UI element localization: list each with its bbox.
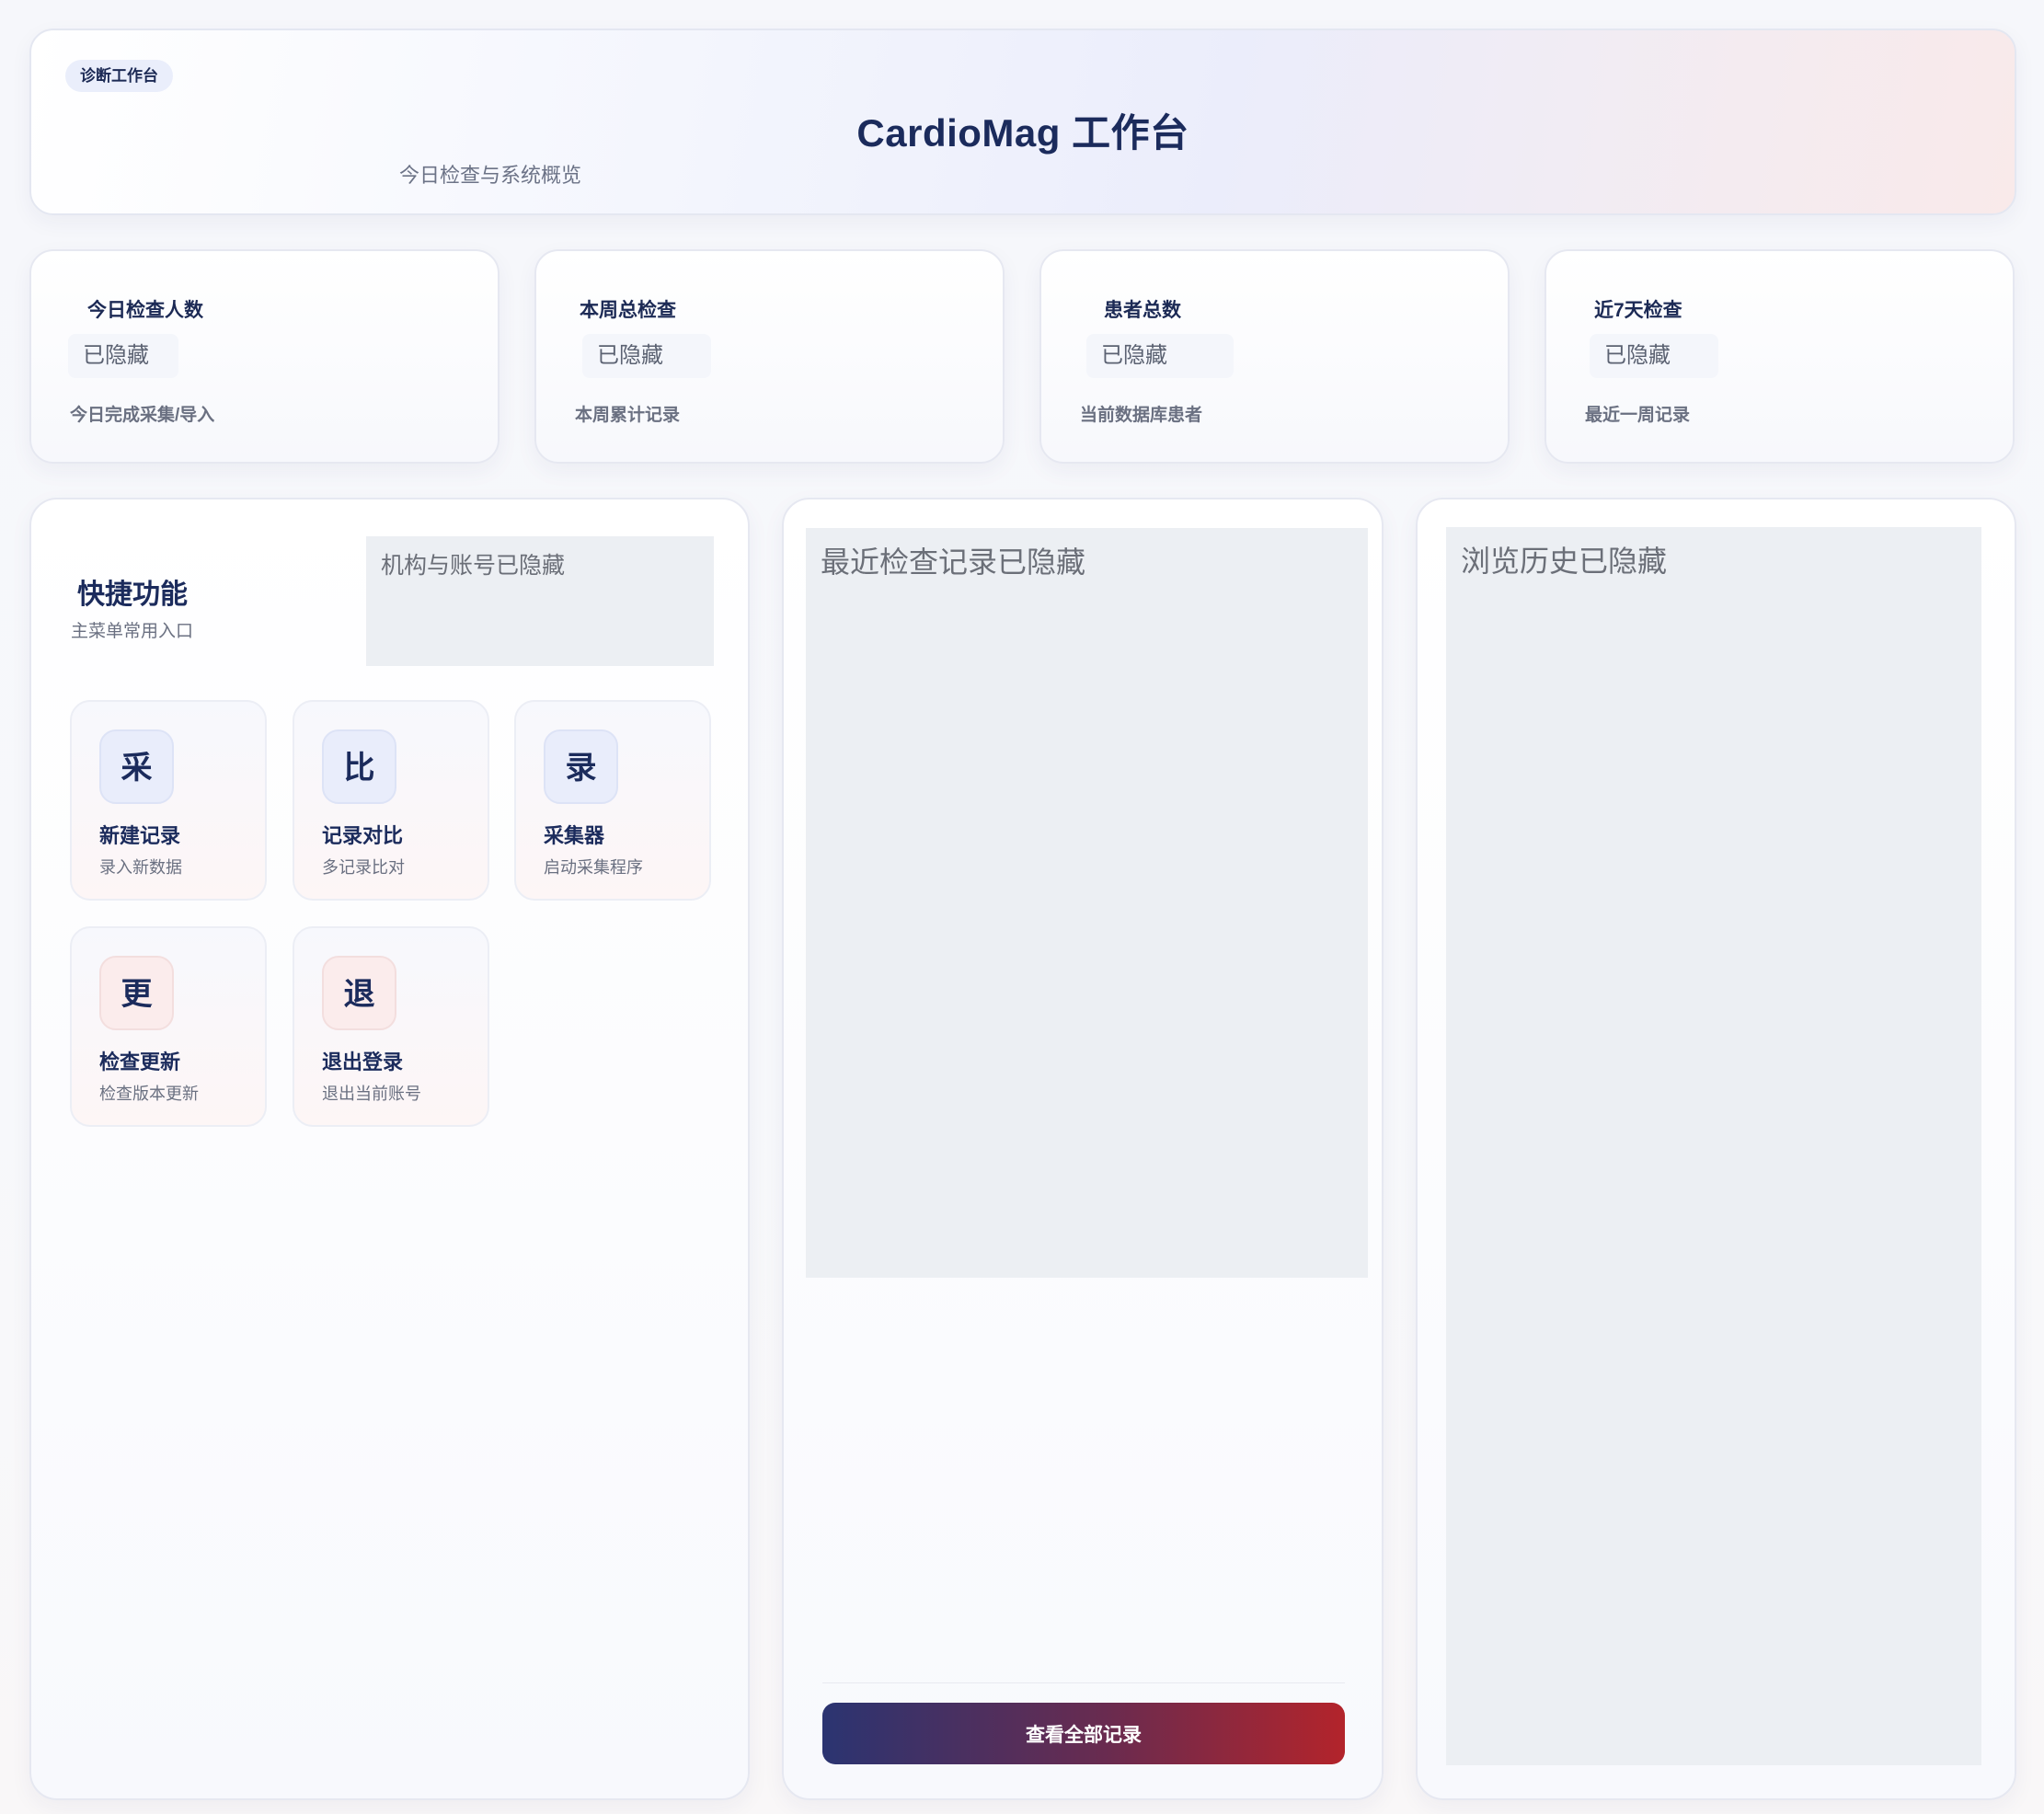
- stat-card-week: 本周总检查 已隐藏 本周累计记录: [534, 249, 1005, 464]
- stat-card-today: 今日检查人数 已隐藏 今日完成采集/导入: [29, 249, 500, 464]
- quick-functions-panel: 快捷功能 主菜单常用入口 机构与账号已隐藏 采 新建记录 录入新数据 比 记录对…: [29, 498, 750, 1800]
- stat-card-7days: 近7天检查 已隐藏 最近一周记录: [1544, 249, 2015, 464]
- stat-desc: 当前数据库患者: [1080, 406, 1203, 425]
- update-icon: 更: [99, 956, 174, 1030]
- tile-check-update[interactable]: 更 检查更新 检查版本更新: [70, 926, 267, 1127]
- stat-value: 已隐藏: [582, 334, 711, 378]
- page-subtitle: 今日检查与系统概览: [399, 164, 582, 187]
- compare-icon: 比: [322, 729, 396, 804]
- stat-desc: 本周累计记录: [575, 406, 681, 425]
- tile-logout[interactable]: 退 退出登录 退出当前账号: [293, 926, 489, 1127]
- tile-collector[interactable]: 录 采集器 启动采集程序: [514, 700, 711, 901]
- tile-desc: 启动采集程序: [544, 858, 643, 877]
- tile-title: 检查更新: [99, 1051, 181, 1073]
- org-account-hidden: 机构与账号已隐藏: [366, 536, 714, 666]
- tile-compare-records[interactable]: 比 记录对比 多记录比对: [293, 700, 489, 901]
- quick-functions-title: 快捷功能: [77, 580, 188, 610]
- view-all-records-button[interactable]: 查看全部记录: [822, 1703, 1345, 1764]
- record-icon: 录: [544, 729, 618, 804]
- stat-card-patients: 患者总数 已隐藏 当前数据库患者: [1039, 249, 1510, 464]
- logout-icon: 退: [322, 956, 396, 1030]
- tile-title: 退出登录: [322, 1051, 404, 1073]
- stat-label: 今日检查人数: [87, 300, 203, 321]
- collect-icon: 采: [99, 729, 174, 804]
- stat-value: 已隐藏: [68, 334, 178, 378]
- stat-label: 本周总检查: [580, 300, 676, 321]
- stat-value: 已隐藏: [1590, 334, 1718, 378]
- tile-title: 新建记录: [99, 824, 181, 847]
- browse-history-hidden: 浏览历史已隐藏: [1446, 527, 1981, 1765]
- tile-desc: 多记录比对: [322, 858, 405, 877]
- tile-desc: 录入新数据: [99, 858, 182, 877]
- quick-functions-subtitle: 主菜单常用入口: [71, 622, 194, 641]
- stat-desc: 最近一周记录: [1585, 406, 1691, 425]
- stat-value: 已隐藏: [1086, 334, 1234, 378]
- browse-history-panel: 浏览历史已隐藏: [1416, 498, 2016, 1800]
- stat-desc: 今日完成采集/导入: [70, 406, 215, 425]
- tile-desc: 检查版本更新: [99, 1085, 199, 1103]
- stat-label: 患者总数: [1104, 300, 1181, 321]
- header-card: 诊断工作台 CardioMag 工作台 今日检查与系统概览: [29, 29, 2016, 215]
- divider: [822, 1682, 1345, 1683]
- recent-records-hidden: 最近检查记录已隐藏: [806, 528, 1368, 1278]
- stat-label: 近7天检查: [1594, 300, 1682, 321]
- workspace-badge: 诊断工作台: [65, 60, 173, 92]
- tile-desc: 退出当前账号: [322, 1085, 421, 1103]
- recent-records-panel: 最近检查记录已隐藏 查看全部记录: [782, 498, 1384, 1800]
- page-title: CardioMag 工作台: [856, 111, 1189, 155]
- tile-title: 采集器: [544, 824, 605, 847]
- tile-title: 记录对比: [322, 824, 404, 847]
- tile-new-record[interactable]: 采 新建记录 录入新数据: [70, 700, 267, 901]
